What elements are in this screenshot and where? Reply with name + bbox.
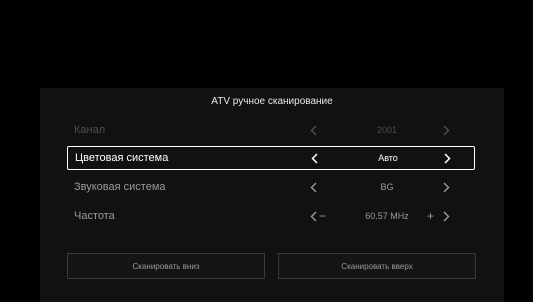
frequency-increase-button[interactable]: + xyxy=(427,210,434,222)
sound-system-row[interactable]: Звуковая система BG xyxy=(67,175,475,199)
sound-system-label: Звуковая система xyxy=(74,181,166,193)
channel-value: 2001 xyxy=(376,125,398,135)
color-system-value: Авто xyxy=(378,153,398,163)
chevron-right-icon[interactable] xyxy=(441,151,453,165)
scan-down-button[interactable]: Сканировать вниз xyxy=(67,253,265,279)
frequency-row[interactable]: Частота − 60.57 MHz + xyxy=(67,204,475,228)
chevron-left-icon[interactable] xyxy=(308,151,320,165)
frequency-value: 60.57 MHz xyxy=(365,211,409,221)
color-system-row[interactable]: Цветовая система Авто xyxy=(67,146,475,170)
channel-row: Канал 2001 xyxy=(67,118,475,142)
color-system-label: Цветовая система xyxy=(75,152,169,164)
chevron-left-icon[interactable] xyxy=(307,180,319,194)
channel-label: Канал xyxy=(74,124,106,136)
chevron-right-icon xyxy=(440,123,452,137)
frequency-decrease-button[interactable]: − xyxy=(319,210,326,222)
chevron-left-icon[interactable] xyxy=(307,209,319,223)
sound-system-value: BG xyxy=(380,182,394,192)
scan-up-button[interactable]: Сканировать вверх xyxy=(278,253,476,279)
frequency-label: Частота xyxy=(74,210,115,222)
manual-scan-panel: ATV ручное сканирование Канал 2001 Цвето… xyxy=(40,88,504,302)
chevron-right-icon[interactable] xyxy=(440,209,452,223)
chevron-left-icon xyxy=(307,123,319,137)
chevron-right-icon[interactable] xyxy=(440,180,452,194)
panel-title: ATV ручное сканирование xyxy=(211,96,333,107)
